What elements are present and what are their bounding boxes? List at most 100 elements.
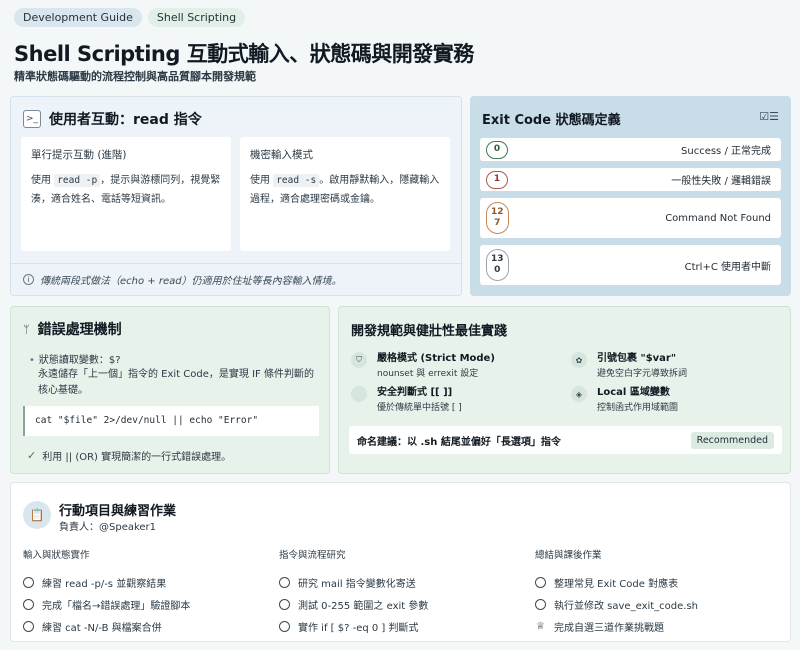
task-item[interactable]: 完成「檔名→錯誤處理」驗證腳本	[23, 593, 273, 615]
box2-text: 使用 read -s 。啟用靜默輸入，隱藏輸入過程，適合處理密碼或金鑰。	[250, 171, 440, 209]
action-items-card: 📋 行動項目與練習作業 負責人：@Speaker1 輸入與狀態實作 練習 rea…	[10, 482, 791, 642]
task-item[interactable]: 實作 if [ $? -eq 0 ] 判斷式	[279, 615, 529, 637]
task-label: 完成自選三道作業挑戰題	[554, 622, 664, 634]
code-line: 12	[491, 207, 504, 217]
medal-icon: ♕	[536, 620, 545, 632]
bp-item-title: 嚴格模式 (Strict Mode)	[377, 353, 495, 364]
exit-row-2: 12 7 Command Not Found	[480, 198, 781, 238]
task-checkbox-icon[interactable]	[279, 576, 290, 588]
task-checkbox-icon[interactable]	[279, 598, 290, 610]
status-variable-bullet: 狀態讀取變數：$?	[29, 351, 121, 366]
bp-item-title: Local 區域變數	[597, 387, 670, 398]
bp-item-title: 引號包裹 "$var"	[597, 353, 677, 364]
bp-item-desc: nounset 與 errexit 設定	[377, 369, 479, 379]
column-heading: 輸入與狀態實作	[23, 550, 90, 561]
git-branch-icon: ᛘ	[23, 322, 30, 336]
task-label: 研究 mail 指令變數化寄送	[298, 578, 416, 590]
task-checkbox-icon[interactable]	[23, 598, 34, 610]
task-checkbox-icon[interactable]	[535, 598, 546, 610]
task-label: 完成「檔名→錯誤處理」驗證腳本	[42, 600, 191, 612]
task-column-3: 總結與課後作業 整理常見 Exit Code 對應表 執行並修改 save_ex…	[535, 547, 785, 637]
read-p-code: read -p	[54, 174, 101, 187]
cube-icon: ◈	[571, 386, 587, 402]
read-footer-text: 傳統兩段式做法（echo + read）仍適用於住址等長內容輸入情境。	[40, 276, 342, 287]
exit-desc: Command Not Found	[665, 212, 771, 224]
bracket-icon	[351, 386, 367, 402]
exit-card-title: Exit Code 狀態碼定義	[482, 113, 621, 128]
error-code-snippet: cat "$file" 2>/dev/null || echo "Error"	[23, 406, 319, 436]
task-column-2: 指令與流程研究 研究 mail 指令變數化寄送 測試 0-255 範圍之 exi…	[279, 547, 529, 637]
task-checkbox-icon[interactable]	[279, 620, 290, 632]
task-item[interactable]: 執行並修改 save_exit_code.sh	[535, 593, 785, 615]
best-practice-title: 開發規範與健壯性最佳實踐	[351, 324, 508, 339]
task-item[interactable]: 練習 cat -N/-B 與檔案合併	[23, 615, 273, 637]
exit-row-3: 13 0 Ctrl+C 使用者中斷	[480, 245, 781, 285]
task-item[interactable]: 整理常見 Exit Code 對應表	[535, 571, 785, 593]
action-card-title: 行動項目與練習作業	[59, 504, 177, 519]
exit-desc: 一般性失敗 / 邏輯錯誤	[671, 176, 771, 187]
task-label: 實作 if [ $? -eq 0 ] 判斷式	[298, 622, 419, 634]
naming-text: 命名建議：以 .sh 結尾並偏好「長選項」指令	[357, 436, 561, 448]
palette-icon: ✿	[571, 352, 587, 368]
naming-recommendation: 命名建議：以 .sh 結尾並偏好「長選項」指令 Recommended	[349, 426, 782, 454]
tag-development-guide: Development Guide	[14, 8, 142, 27]
clipboard-icon: 📋	[23, 501, 51, 529]
task-column-1: 輸入與狀態實作 練習 read -p/-s 並觀察結果 完成「檔名→錯誤處理」驗…	[23, 547, 273, 637]
task-item[interactable]: 研究 mail 指令變數化寄送	[279, 571, 529, 593]
code-line: 0	[494, 265, 501, 275]
task-checkbox-icon[interactable]	[23, 620, 34, 632]
exit-code-pill: 0	[486, 140, 508, 159]
task-label: 練習 cat -N/-B 與檔案合併	[42, 622, 162, 634]
error-check-text: 利用 || (OR) 實現簡潔的一行式錯誤處理。	[42, 452, 232, 463]
task-label: 整理常見 Exit Code 對應表	[554, 578, 679, 590]
bp-local-variable: ◈ Local 區域變數 控制函式作用域範圍	[571, 383, 678, 413]
task-item[interactable]: 練習 read -p/-s 並觀察結果	[23, 571, 273, 593]
page-subtitle: 精準狀態碼驅動的流程控制與高品質腳本開發規範	[14, 70, 256, 83]
box1-pre: 使用	[31, 175, 55, 186]
task-label: 測試 0-255 範圍之 exit 參數	[298, 600, 429, 612]
task-label: 執行並修改 save_exit_code.sh	[554, 600, 699, 612]
task-checkbox-icon[interactable]	[535, 576, 546, 588]
page-title: Shell Scripting 互動式輸入、狀態碼與開發實務	[14, 42, 474, 66]
exit-row-1: 1 一般性失敗 / 邏輯錯誤	[480, 168, 781, 191]
recommended-badge: Recommended	[690, 431, 774, 449]
bp-strict-mode: ⛉ 嚴格模式 (Strict Mode) nounset 與 errexit 設…	[351, 349, 495, 379]
exit-code-card: Exit Code 狀態碼定義 ☑☰ 0 Success / 正常完成 1 一般…	[470, 96, 791, 296]
bp-item-desc: 避免空白字元導致拆詞	[597, 369, 688, 379]
bp-item-title: 安全判斷式 [[ ]]	[377, 387, 453, 398]
exit-row-0: 0 Success / 正常完成	[480, 138, 781, 161]
box1-text: 使用 read -p ，提示與游標同列，視覺緊湊，適合姓名、電話等短資訊。	[31, 171, 221, 209]
read-card-title: 使用者互動：read 指令	[49, 112, 202, 128]
tag-shell-scripting: Shell Scripting	[147, 8, 246, 27]
read-card-footer: i 傳統兩段式做法（echo + read）仍適用於住址等長內容輸入情境。	[11, 263, 461, 295]
exit-desc: Ctrl+C 使用者中斷	[684, 261, 771, 273]
box1-heading: 單行提示互動 (進階)	[31, 149, 127, 161]
task-item[interactable]: ♕ 完成自選三道作業挑戰題	[535, 615, 785, 637]
column-heading: 指令與流程研究	[279, 550, 346, 561]
checklist-icon: ☑☰	[759, 110, 779, 123]
error-handling-card: ᛘ 錯誤處理機制 狀態讀取變數：$? 永遠儲存「上一個」指令的 Exit Cod…	[10, 306, 330, 474]
box2-heading: 機密輸入模式	[250, 149, 313, 161]
action-owner: 負責人：@Speaker1	[59, 522, 157, 533]
exit-code-pill: 13 0	[486, 249, 509, 281]
info-icon: i	[23, 274, 34, 285]
single-line-prompt-box: 單行提示互動 (進階) 使用 read -p ，提示與游標同列，視覺緊湊，適合姓名…	[21, 137, 231, 251]
code-line: 7	[494, 218, 501, 228]
bp-double-bracket: 安全判斷式 [[ ]] 優於傳統單中括號 [ ]	[351, 383, 462, 413]
code-line: 13	[491, 254, 504, 264]
read-s-code: read -s	[273, 174, 320, 187]
shield-icon: ⛉	[351, 352, 367, 368]
exit-desc: Success / 正常完成	[681, 146, 771, 157]
error-card-title: 錯誤處理機制	[37, 322, 122, 338]
read-command-card: >_ 使用者互動：read 指令 單行提示互動 (進階) 使用 read -p，…	[10, 96, 462, 296]
task-item[interactable]: 測試 0-255 範圍之 exit 參數	[279, 593, 529, 615]
check-icon: ✓	[27, 449, 37, 462]
task-checkbox-icon[interactable]	[23, 576, 34, 588]
exit-code-pill: 12 7	[486, 202, 509, 234]
bp-item-desc: 優於傳統單中括號 [ ]	[377, 403, 462, 413]
bp-item-desc: 控制函式作用域範圍	[597, 403, 679, 413]
error-check-note: ✓ 利用 || (OR) 實現簡潔的一行式錯誤處理。	[27, 448, 231, 463]
status-variable-desc: 永遠儲存「上一個」指令的 Exit Code，是實現 IF 條件判斷的核心基礎。	[38, 369, 314, 396]
task-label: 練習 read -p/-s 並觀察結果	[42, 578, 167, 590]
box2-pre: 使用	[250, 175, 274, 186]
